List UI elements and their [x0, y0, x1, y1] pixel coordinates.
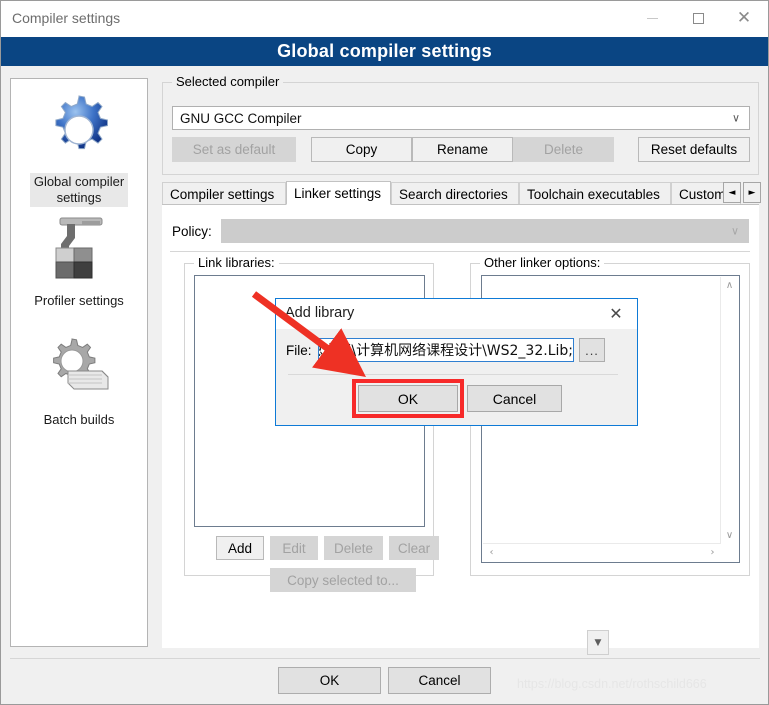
watermark-text: https://blog.csdn.net/rothschild666 [517, 677, 707, 691]
footer-separator [10, 658, 760, 659]
sidebar-item-batch-builds[interactable]: Batch builds [11, 331, 147, 429]
dialog-ok-button[interactable]: OK [358, 385, 458, 412]
sidebar-item-profiler-settings[interactable]: Profiler settings [11, 212, 147, 310]
delete-library-button[interactable]: Delete [324, 536, 383, 560]
dialog-cancel-button[interactable]: Cancel [467, 385, 562, 412]
tab-compiler-settings[interactable]: Compiler settings [162, 182, 286, 205]
maximize-button[interactable] [675, 1, 721, 36]
sidebar-item-global-compiler-settings[interactable]: Global compiler settings [11, 93, 147, 207]
delete-button[interactable]: Delete [513, 137, 614, 162]
edit-library-button[interactable]: Edit [270, 536, 318, 560]
settings-sidebar: Global compiler settings Profiler setting… [10, 78, 148, 647]
other-linker-options-legend: Other linker options: [480, 255, 605, 270]
window-titlebar: Compiler settings ✕ [1, 1, 768, 37]
cancel-button[interactable]: Cancel [388, 667, 491, 694]
minimize-button[interactable] [629, 1, 675, 36]
add-library-dialog-titlebar: Add library ✕ [276, 299, 637, 329]
linker-settings-page: Policy: ∨ Link libraries: Add Edit Delet… [162, 204, 759, 655]
sidebar-item-label: Global compiler settings [29, 173, 129, 207]
tab-search-directories[interactable]: Search directories [391, 182, 519, 205]
close-icon: ✕ [609, 304, 623, 323]
maximize-icon [692, 13, 704, 24]
scroll-up-icon[interactable]: ∧ [721, 277, 738, 294]
move-down-button[interactable]: ▼ [587, 630, 609, 655]
chevron-down-icon: ∨ [731, 111, 740, 125]
tab-linker-settings[interactable]: Linker settings [286, 181, 391, 205]
scroll-right-icon[interactable]: › [704, 544, 721, 561]
other-options-vertical-scrollbar[interactable]: ∧ ∨ [720, 277, 738, 544]
close-button[interactable]: ✕ [721, 1, 767, 36]
compiler-select[interactable]: GNU GCC Compiler ∨ [172, 106, 750, 130]
tab-toolchain-executables[interactable]: Toolchain executables [519, 182, 671, 205]
settings-tabstrip: Compiler settings Linker settings Search… [162, 181, 761, 205]
copy-button[interactable]: Copy [311, 137, 412, 162]
gear-blue-icon [55, 95, 108, 150]
batch-builds-icon [53, 338, 109, 390]
tab-scroll-left-button[interactable]: ◄ [723, 182, 741, 203]
compiler-settings-window: Compiler settings ✕ Global compiler sett… [0, 0, 769, 705]
dialog-separator [288, 374, 618, 375]
selected-compiler-group: Selected compiler GNU GCC Compiler ∨ Set… [162, 74, 759, 175]
scroll-down-icon[interactable]: ∨ [721, 527, 738, 544]
scroll-left-icon[interactable]: ‹ [483, 544, 500, 561]
window-title: Compiler settings [12, 10, 121, 26]
copy-selected-to-button[interactable]: Copy selected to... [270, 568, 416, 592]
minimize-icon [646, 18, 658, 19]
page-title: Global compiler settings [277, 41, 492, 61]
add-library-dialog: Add library ✕ File: 总文档\计算机网络课程设计\WS2_32… [275, 298, 638, 426]
set-as-default-button[interactable]: Set as default [172, 137, 296, 162]
sidebar-label-line1: Global compiler [33, 174, 125, 189]
profiler-icon [55, 217, 103, 279]
policy-label: Policy: [172, 224, 212, 239]
browse-file-button[interactable]: ... [579, 338, 605, 362]
add-library-button[interactable]: Add [216, 536, 264, 560]
reset-defaults-button[interactable]: Reset defaults [638, 137, 750, 162]
link-libraries-legend: Link libraries: [194, 255, 279, 270]
add-library-dialog-close-button[interactable]: ✕ [595, 299, 637, 328]
file-path-value: 总文档\计算机网络课程设计\WS2_32.Lib; [318, 343, 573, 359]
policy-separator [170, 251, 750, 252]
chevron-down-icon: ∨ [730, 224, 739, 238]
file-path-input[interactable]: 总文档\计算机网络课程设计\WS2_32.Lib; [318, 338, 574, 362]
policy-select[interactable]: ∨ [221, 219, 749, 243]
clear-libraries-button[interactable]: Clear [389, 536, 439, 560]
rename-button[interactable]: Rename [412, 137, 513, 162]
add-library-dialog-body: File: 总文档\计算机网络课程设计\WS2_32.Lib; ... OK C… [276, 329, 637, 425]
ok-button[interactable]: OK [278, 667, 381, 694]
sidebar-item-label: Batch builds [43, 412, 115, 427]
selected-compiler-legend: Selected compiler [172, 74, 284, 89]
tab-scroll-right-button[interactable]: ► [743, 182, 761, 203]
add-library-dialog-title: Add library [285, 305, 355, 321]
close-icon: ✕ [736, 8, 752, 28]
page-header-band: Global compiler settings [1, 37, 768, 66]
compiler-select-value: GNU GCC Compiler [180, 110, 302, 126]
sidebar-item-label: Profiler settings [34, 293, 124, 308]
file-label: File: [286, 343, 312, 358]
other-options-horizontal-scrollbar[interactable]: ‹ › [483, 543, 721, 561]
sidebar-label-line2: settings [56, 190, 102, 205]
